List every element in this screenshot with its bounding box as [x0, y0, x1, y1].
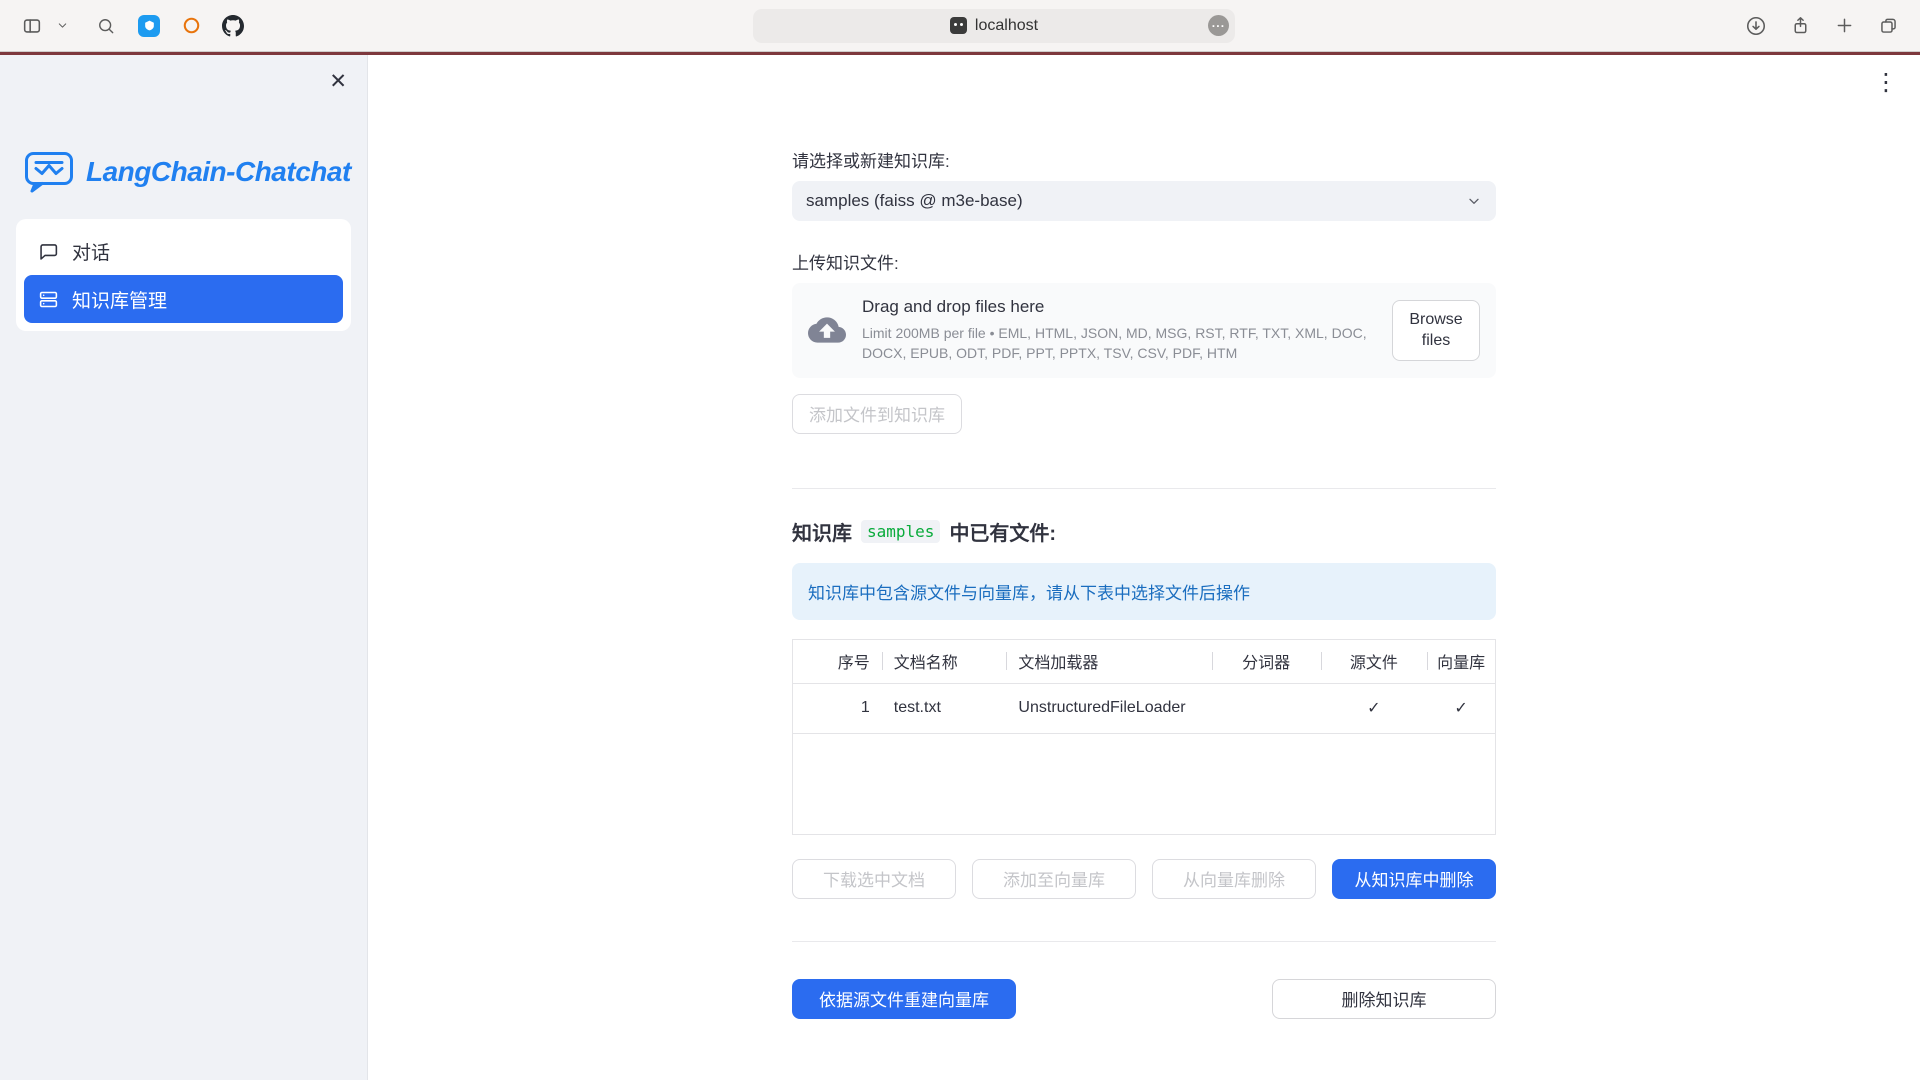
app-logo-icon: [24, 151, 74, 193]
chevron-down-icon: [1466, 193, 1482, 209]
main-area: ⋮ 请选择或新建知识库: samples (faiss @ m3e-base) …: [368, 55, 1920, 1080]
file-uploader-dropzone[interactable]: Drag and drop files here Limit 200MB per…: [792, 283, 1496, 378]
knowledge-base-icon: [38, 289, 59, 310]
extension-orange-button[interactable]: [180, 15, 202, 37]
kb-action-buttons: 依据源文件重建向量库 删除知识库: [792, 979, 1496, 1019]
new-tab-button[interactable]: [1832, 14, 1856, 38]
table-header-splitter[interactable]: 分词器: [1212, 640, 1321, 683]
table-header-seq[interactable]: 序号: [793, 640, 882, 683]
cloud-upload-icon: [808, 311, 846, 349]
sidebar-nav: 对话 知识库管理: [16, 219, 351, 331]
plus-icon: [1834, 15, 1855, 36]
tabs-icon: [1878, 15, 1899, 36]
kb-files-heading: 知识库 samples 中已有文件:: [792, 517, 1496, 546]
content-column: 请选择或新建知识库: samples (faiss @ m3e-base) 上传…: [792, 55, 1496, 1019]
delete-kb-button[interactable]: 删除知识库: [1272, 979, 1496, 1019]
site-favicon: [950, 17, 967, 34]
cell-vector-check: ✓: [1427, 684, 1495, 733]
rebuild-vector-store-button[interactable]: 依据源文件重建向量库: [792, 979, 1016, 1019]
kb-files-heading-prefix: 知识库: [792, 517, 852, 546]
sidebar-chevron-button[interactable]: [50, 14, 74, 38]
sidebar-item-kb-management[interactable]: 知识库管理: [24, 275, 343, 323]
sidebar-item-label: 知识库管理: [72, 286, 167, 313]
browse-files-button[interactable]: Browse files: [1392, 300, 1480, 361]
browser-chrome: localhost ···: [0, 0, 1920, 52]
extension-github-button[interactable]: [222, 15, 244, 37]
table-row[interactable]: 1 test.txt UnstructuredFileLoader ✓ ✓: [793, 684, 1495, 734]
download-icon: [1745, 15, 1767, 37]
app-menu-button[interactable]: ⋮: [1874, 71, 1898, 95]
chevron-down-icon: [56, 19, 69, 32]
url-bar[interactable]: localhost ···: [753, 9, 1235, 43]
table-header-row: 序号 文档名称 文档加载器 分词器 源文件 向量库: [793, 640, 1495, 684]
cell-splitter: [1212, 684, 1321, 733]
table-header-name[interactable]: 文档名称: [882, 640, 1007, 683]
extension-blue-button[interactable]: [138, 15, 160, 37]
sidebar-close-button[interactable]: ✕: [329, 71, 347, 92]
share-button[interactable]: [1788, 14, 1812, 38]
add-to-vector-button[interactable]: 添加至向量库: [972, 859, 1136, 899]
table-header-loader[interactable]: 文档加载器: [1006, 640, 1211, 683]
download-selected-button[interactable]: 下载选中文档: [792, 859, 956, 899]
add-files-to-kb-button[interactable]: 添加文件到知识库: [792, 394, 962, 434]
sidebar-item-dialog[interactable]: 对话: [24, 227, 343, 275]
kb-select-label: 请选择或新建知识库:: [792, 147, 1496, 172]
info-banner: 知识库中包含源文件与向量库，请从下表中选择文件后操作: [792, 563, 1496, 620]
cell-loader: UnstructuredFileLoader: [1006, 684, 1211, 733]
sidebar-item-label: 对话: [72, 238, 110, 265]
downloads-button[interactable]: [1744, 14, 1768, 38]
divider: [792, 941, 1496, 942]
kb-name-code: samples: [861, 520, 940, 543]
table-header-vector[interactable]: 向量库: [1427, 640, 1495, 683]
kb-files-table: 序号 文档名称 文档加载器 分词器 源文件 向量库 1 test.txt Uns…: [792, 639, 1496, 835]
sidebar: ✕ LangChain-Chatchat 对话: [0, 55, 368, 1080]
tab-overview-button[interactable]: [1876, 14, 1900, 38]
cell-name: test.txt: [882, 684, 1007, 733]
app-logo: LangChain-Chatchat: [24, 151, 367, 193]
extension-blue-icon: [143, 19, 156, 32]
table-empty-area: [793, 734, 1495, 834]
file-action-buttons: 下载选中文档 添加至向量库 从向量库删除 从知识库中删除: [792, 859, 1496, 899]
uploader-limit-text: Limit 200MB per file • EML, HTML, JSON, …: [862, 323, 1376, 364]
github-icon: [222, 15, 244, 37]
cell-source-check: ✓: [1321, 684, 1428, 733]
table-header-source[interactable]: 源文件: [1321, 640, 1428, 683]
upload-label: 上传知识文件:: [792, 249, 1496, 274]
share-icon: [1790, 15, 1811, 36]
remove-from-vector-button[interactable]: 从向量库删除: [1152, 859, 1316, 899]
delete-from-kb-button[interactable]: 从知识库中删除: [1332, 859, 1496, 899]
extension-orange-icon: [182, 16, 201, 35]
search-icon: [96, 16, 116, 36]
sidebar-toggle-button[interactable]: [20, 14, 44, 38]
url-more-button[interactable]: ···: [1208, 15, 1229, 36]
search-button[interactable]: [94, 14, 118, 38]
uploader-texts: Drag and drop files here Limit 200MB per…: [862, 297, 1376, 364]
uploader-drag-text: Drag and drop files here: [862, 297, 1376, 317]
app-logo-text: LangChain-Chatchat: [86, 156, 351, 188]
kb-files-heading-suffix: 中已有文件:: [949, 517, 1056, 546]
sidebar-toggle-icon: [21, 15, 43, 37]
cell-seq: 1: [793, 684, 882, 733]
url-text: localhost: [975, 17, 1038, 35]
kb-selectbox-value: samples (faiss @ m3e-base): [806, 191, 1023, 211]
chat-bubble-icon: [38, 241, 59, 262]
divider: [792, 488, 1496, 489]
kb-selectbox[interactable]: samples (faiss @ m3e-base): [792, 181, 1496, 221]
